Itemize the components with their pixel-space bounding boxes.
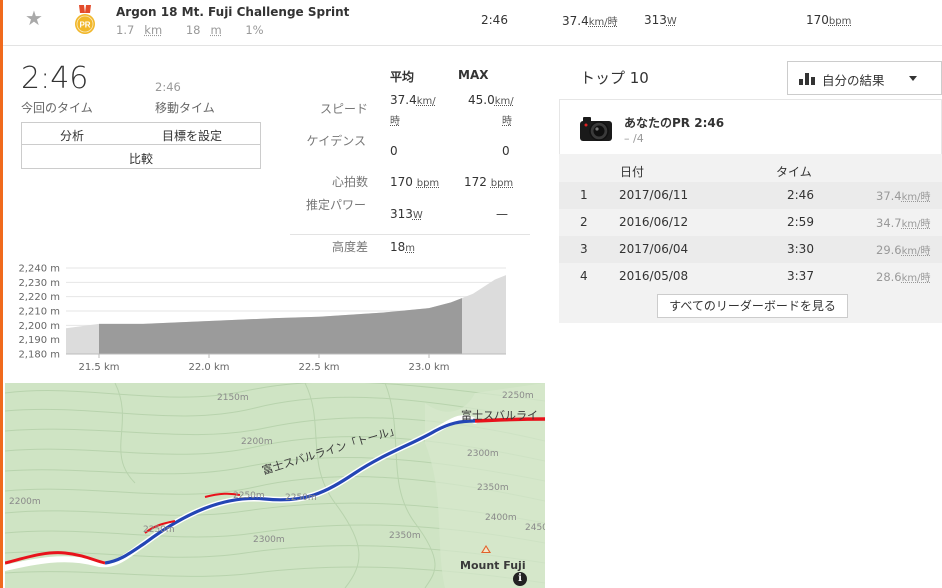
speed-max: 45.0km/時 [468,93,514,127]
hr-max: 172 bpm [464,175,514,189]
hr-label: 心拍数 [331,175,368,189]
cadence-max: 0 [502,144,510,158]
y-tick-label: 2,180 m [18,350,60,361]
col-date: 日付 [620,165,645,179]
star-icon[interactable]: ★ [25,6,43,30]
pr-title: あなたのPR 2:46 [624,116,725,130]
medal-text: PR [79,21,90,30]
segment-name[interactable]: Argon 18 Mt. Fuji Challenge Sprint [116,5,349,19]
view-all-leaderboards-button[interactable]: すべてのリーダーボードを見る [657,294,848,318]
cadence-label: ケイデンス [306,134,366,148]
leaderboard-panel: あなたのPR 2:46 – /4 日付 タイム 1 2017/06/11 2:4… [559,99,942,323]
moving-time: 2:46 [155,80,181,94]
speed-avg: 37.4km/時 [390,93,436,127]
contour-label: 2300m [467,449,499,459]
pr-box: あなたのPR 2:46 – /4 [559,99,942,154]
segment-grade: 1% [245,23,264,37]
elevation-chart[interactable]: 2,180 m 2,190 m 2,200 m 2,210 m 2,220 m 2,230… [14,262,514,377]
contour-label: 2400m [485,513,517,523]
segment-power: 313W [644,13,677,27]
camera-icon [580,117,612,141]
contour-label: 2250m [143,525,175,535]
elev-value: 18m [390,240,416,254]
analyze-button[interactable]: 分析 [60,127,84,144]
segment-speed: 37.4km/時 [562,14,618,28]
stats-divider [290,234,530,235]
max-header: MAX [458,68,489,82]
pr-rank: – /4 [624,132,644,145]
road-label: 富士スバルライ [461,409,538,422]
leaderboard-title: トップ 10 [580,69,649,87]
segment-hr: 170bpm [806,13,852,27]
power-label: 推定パワー [305,198,366,212]
segment-time: 2:46 [481,13,508,27]
elev-label: 高度差 [331,240,368,254]
contour-label: 2200m [241,437,273,447]
peak-label: Mount Fuji [460,559,526,572]
x-tick-label: 21.5 km [79,362,120,373]
moving-label: 移動タイム [155,101,215,115]
action-buttons: 分析 目標を設定 比較 [21,122,261,169]
bar-chart-icon [799,73,817,85]
pr-medal-icon: PR [75,5,95,34]
contour-label: 2200m [9,497,41,507]
leaderboard-row[interactable]: 1 2017/06/11 2:46 37.4km/時 [559,182,942,209]
chevron-down-icon [909,76,917,81]
contour-label: 2150m [217,393,249,403]
elapsed-label: 今回のタイム [21,101,93,115]
leaderboard-row[interactable]: 4 2016/05/08 3:37 28.6km/時 [559,263,942,290]
set-goal-button[interactable]: 目標を設定 [162,127,222,144]
info-icon[interactable]: i [513,572,527,586]
dropdown-label: 自分の結果 [822,73,885,88]
y-tick-label: 2,190 m [18,335,60,346]
y-tick-label: 2,230 m [18,278,60,289]
col-time: タイム [776,165,812,179]
compare-button[interactable]: 比較 [22,145,260,169]
avg-header: 平均 [390,70,415,84]
speed-label: スピード [319,102,368,116]
segment-highlight-area [99,298,462,354]
segment-meta: 1.7 km 18 m 1% [116,23,274,37]
segment-distance: 1.7 km [116,23,163,37]
power-avg: 313W [390,207,423,221]
hr-avg: 170 bpm [390,175,440,189]
peak-icon [481,545,491,553]
cadence-avg: 0 [390,144,398,158]
contour-label: 2250m [285,493,317,503]
contour-label: 2300m [253,535,285,545]
y-tick-label: 2,210 m [18,307,60,318]
x-tick-label: 23.0 km [409,362,450,373]
contour-label: 2350m [477,483,509,493]
leaderboard-row[interactable]: 2 2016/06/12 2:59 34.7km/時 [559,209,942,236]
power-max: — [496,207,508,221]
y-tick-label: 2,220 m [18,292,60,303]
results-dropdown[interactable]: 自分の結果 [787,61,942,95]
x-tick-label: 22.0 km [189,362,230,373]
contour-label: 2250m [233,491,265,501]
elapsed-time: 2:46 [21,61,89,96]
segment-row[interactable]: ★ PR Argon 18 Mt. Fuji Challenge Sprint … [3,0,942,46]
contour-label: 2350m [389,531,421,541]
accent-bar [0,0,3,588]
y-tick-label: 2,200 m [18,321,60,332]
contour-label: 2250m [502,391,534,401]
contour-label: 2450m [525,523,545,533]
leaderboard-row[interactable]: 3 2017/06/04 3:30 29.6km/時 [559,236,942,263]
y-tick-label: 2,240 m [18,264,60,275]
x-tick-label: 22.5 km [299,362,340,373]
segment-elev: 18 m [185,23,222,37]
route-map[interactable]: 2150m 2200m 2200m 2250m 2250m 2300m 2300… [5,383,545,588]
